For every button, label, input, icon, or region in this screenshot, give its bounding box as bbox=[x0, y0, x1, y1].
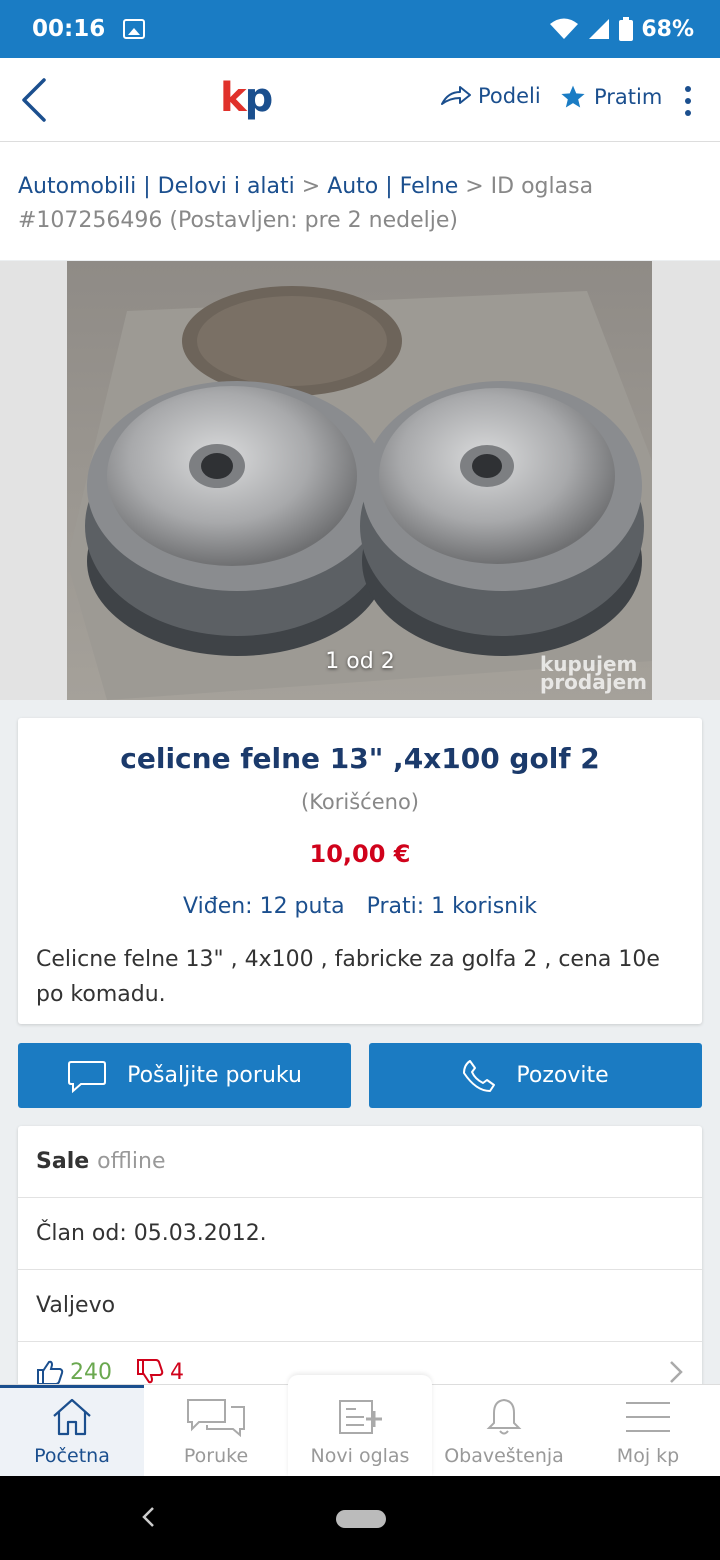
follow-label: Pratim bbox=[594, 85, 663, 109]
messages-icon bbox=[187, 1399, 245, 1437]
listing-price: 10,00 € bbox=[309, 840, 411, 868]
home-icon bbox=[53, 1398, 91, 1436]
listing-title: celicne felne 13" ,4x100 golf 2 bbox=[120, 742, 600, 775]
phone-icon bbox=[463, 1059, 496, 1092]
status-right: 68% bbox=[549, 17, 694, 42]
member-since: Član od: 05.03.2012. bbox=[36, 1221, 267, 1246]
nav-my-kp-label: Moj kp bbox=[616, 1445, 680, 1467]
nav-messages[interactable]: Poruke bbox=[144, 1385, 288, 1477]
seller-name-row[interactable]: Sale offline bbox=[18, 1126, 702, 1198]
battery-icon bbox=[619, 17, 634, 41]
listing-photo[interactable] bbox=[67, 261, 652, 700]
new-ad-icon bbox=[339, 1400, 382, 1434]
listing-condition: (Korišćeno) bbox=[301, 790, 419, 814]
bottom-navigation: Početna Poruke Novi oglas Obaveštenja Mo… bbox=[0, 1375, 720, 1477]
seller-name: Sale bbox=[36, 1149, 90, 1174]
breadcrumb-separator: > bbox=[294, 174, 328, 199]
status-bar: 00:16 68% bbox=[0, 0, 720, 58]
follower-count: Prati: 1 korisnik bbox=[366, 894, 537, 919]
share-label: Podeli bbox=[478, 84, 541, 108]
negative-ratings: 4 bbox=[170, 1359, 184, 1385]
listing-card: celicne felne 13" ,4x100 golf 2 (Korišće… bbox=[18, 718, 702, 1024]
kupujem-prodajem-watermark: kupujem prodajem bbox=[540, 654, 647, 694]
send-message-button[interactable]: Pošaljite poruku bbox=[18, 1043, 351, 1108]
menu-icon bbox=[626, 1402, 670, 1432]
nav-new-ad[interactable]: Novi oglas bbox=[288, 1375, 432, 1477]
more-options-icon[interactable] bbox=[676, 86, 700, 116]
share-icon bbox=[441, 86, 471, 105]
location-row: Valjevo bbox=[18, 1270, 702, 1342]
thumbs-down-icon bbox=[137, 1359, 164, 1384]
nav-home[interactable]: Početna bbox=[0, 1385, 144, 1477]
status-time: 00:16 bbox=[32, 16, 106, 42]
nav-new-ad-label: Novi oglas bbox=[310, 1445, 410, 1467]
breadcrumb-separator: > bbox=[458, 174, 491, 199]
signal-icon bbox=[589, 19, 610, 39]
nav-notifications[interactable]: Obaveštenja bbox=[432, 1385, 576, 1477]
nav-home-label: Početna bbox=[34, 1445, 110, 1467]
view-count: Viđen: 12 puta bbox=[183, 894, 345, 919]
nav-messages-label: Poruke bbox=[183, 1445, 249, 1467]
seller-location: Valjevo bbox=[36, 1293, 116, 1318]
star-icon bbox=[561, 85, 585, 108]
thumbs-up-icon bbox=[37, 1360, 64, 1385]
system-back-icon[interactable] bbox=[138, 1502, 158, 1532]
follow-button[interactable]: Pratim bbox=[560, 84, 662, 110]
seller-status: offline bbox=[97, 1149, 166, 1174]
call-button[interactable]: Pozovite bbox=[369, 1043, 702, 1108]
listing-stats: Viđen: 12 puta Prati: 1 korisnik bbox=[18, 894, 702, 919]
chevron-right-icon bbox=[670, 1361, 683, 1383]
bell-icon bbox=[486, 1398, 522, 1435]
back-button[interactable] bbox=[14, 74, 54, 126]
app-bar: kp Podeli Pratim bbox=[0, 58, 720, 142]
breadcrumb-subcategory[interactable]: Auto | Felne bbox=[327, 174, 458, 199]
call-label: Pozovite bbox=[516, 1063, 609, 1088]
seller-card: Sale offline Član od: 05.03.2012. Valjevo… bbox=[18, 1126, 702, 1396]
member-since-row: Član od: 05.03.2012. bbox=[18, 1198, 702, 1270]
nav-my-kp[interactable]: Moj kp bbox=[576, 1385, 720, 1477]
battery-percent: 68% bbox=[641, 16, 694, 42]
nav-notifications-label: Obaveštenja bbox=[444, 1445, 564, 1467]
chat-bubble-icon bbox=[68, 1060, 107, 1093]
kp-logo[interactable]: kp bbox=[220, 75, 274, 121]
wifi-icon bbox=[550, 18, 579, 39]
share-button[interactable]: Podeli bbox=[440, 84, 541, 108]
image-icon bbox=[123, 19, 146, 39]
logo-k: k bbox=[220, 75, 247, 121]
back-arrow-icon bbox=[22, 78, 46, 122]
watermark-line2: prodajem bbox=[540, 670, 647, 694]
send-message-label: Pošaljite poruku bbox=[127, 1063, 302, 1088]
system-home-pill[interactable] bbox=[336, 1510, 386, 1528]
breadcrumb: Automobili | Delovi i alati > Auto | Fel… bbox=[0, 142, 720, 260]
listing-description: Celicne felne 13" , 4x100 , fabricke za … bbox=[36, 947, 660, 1007]
breadcrumb-category[interactable]: Automobili | Delovi i alati bbox=[18, 174, 295, 199]
image-gallery[interactable]: 1 od 2 bbox=[0, 261, 720, 700]
logo-p: p bbox=[244, 75, 274, 121]
positive-ratings: 240 bbox=[70, 1359, 112, 1385]
